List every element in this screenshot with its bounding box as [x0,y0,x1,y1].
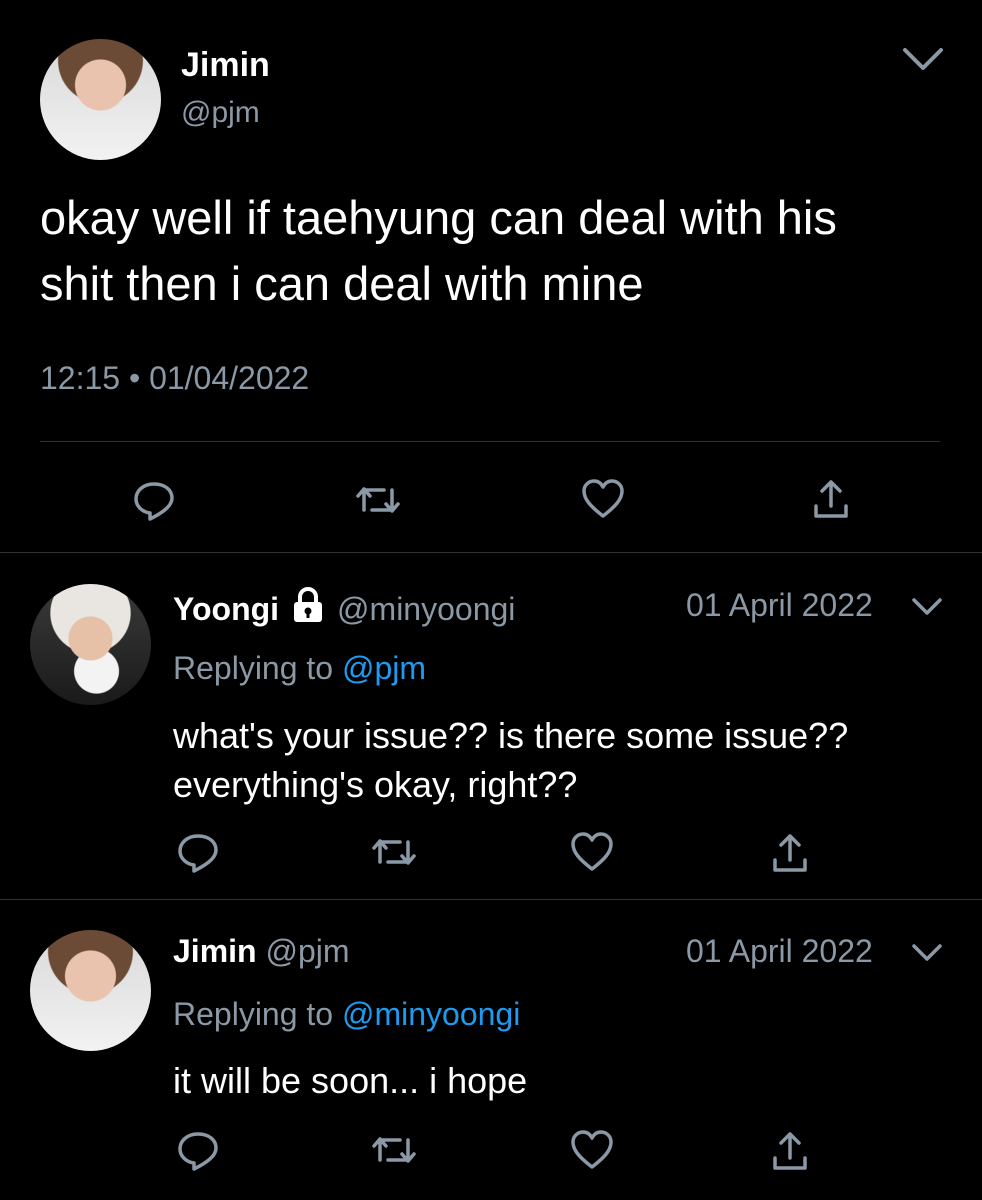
reply-icon[interactable] [176,830,220,874]
reply-icon[interactable] [132,478,176,522]
handle[interactable]: @minyoongi [337,591,515,628]
reply-header: Yoongi @minyoongi [173,586,515,631]
divider [0,899,982,900]
tweet-timestamp[interactable]: 12:15 • 01/04/2022 [40,360,309,397]
handle[interactable]: @pjm [181,96,260,130]
reply-date[interactable]: 01 April 2022 [686,587,873,624]
lock-icon [291,586,325,631]
avatar[interactable] [30,584,151,705]
divider [40,441,940,442]
chevron-down-icon[interactable] [911,596,943,618]
replying-to: Replying to @pjm [173,650,426,687]
chevron-down-icon[interactable] [902,45,944,73]
share-icon[interactable] [771,830,809,874]
reply-text-line: everything's okay, right?? [173,764,578,805]
tweet-text-line: shit then i can deal with mine [40,257,644,310]
avatar[interactable] [30,930,151,1051]
reply-header: Jimin @pjm [173,933,350,970]
separator-dot: • [128,360,141,396]
share-icon[interactable] [812,476,850,520]
chevron-down-icon[interactable] [911,942,943,964]
display-name[interactable]: Jimin [181,46,270,85]
share-icon[interactable] [771,1128,809,1172]
like-icon[interactable] [569,831,615,873]
avatar[interactable] [40,39,161,160]
divider [0,552,982,553]
mention-link[interactable]: @minyoongi [342,996,520,1032]
display-name[interactable]: Yoongi [173,591,279,628]
reply-icon[interactable] [176,1128,220,1172]
retweet-icon[interactable] [354,478,402,522]
replying-to-label: Replying to [173,650,334,686]
tweet-date: 01/04/2022 [149,360,310,396]
tweet-text-line: okay well if taehyung can deal with his [40,191,837,244]
replying-to: Replying to @minyoongi [173,996,520,1033]
retweet-icon[interactable] [370,1128,418,1172]
reply-text-line: it will be soon... i hope [173,1060,528,1101]
reply-date[interactable]: 01 April 2022 [686,933,873,970]
replying-to-label: Replying to [173,996,334,1032]
mention-link[interactable]: @pjm [342,650,426,686]
reply-text-line: what's your issue?? is there some issue?… [173,715,849,756]
like-icon[interactable] [580,478,626,520]
like-icon[interactable] [569,1129,615,1171]
retweet-icon[interactable] [370,830,418,874]
display-name[interactable]: Jimin [173,933,257,969]
handle[interactable]: @pjm [265,933,349,969]
tweet-time: 12:15 [40,360,121,396]
